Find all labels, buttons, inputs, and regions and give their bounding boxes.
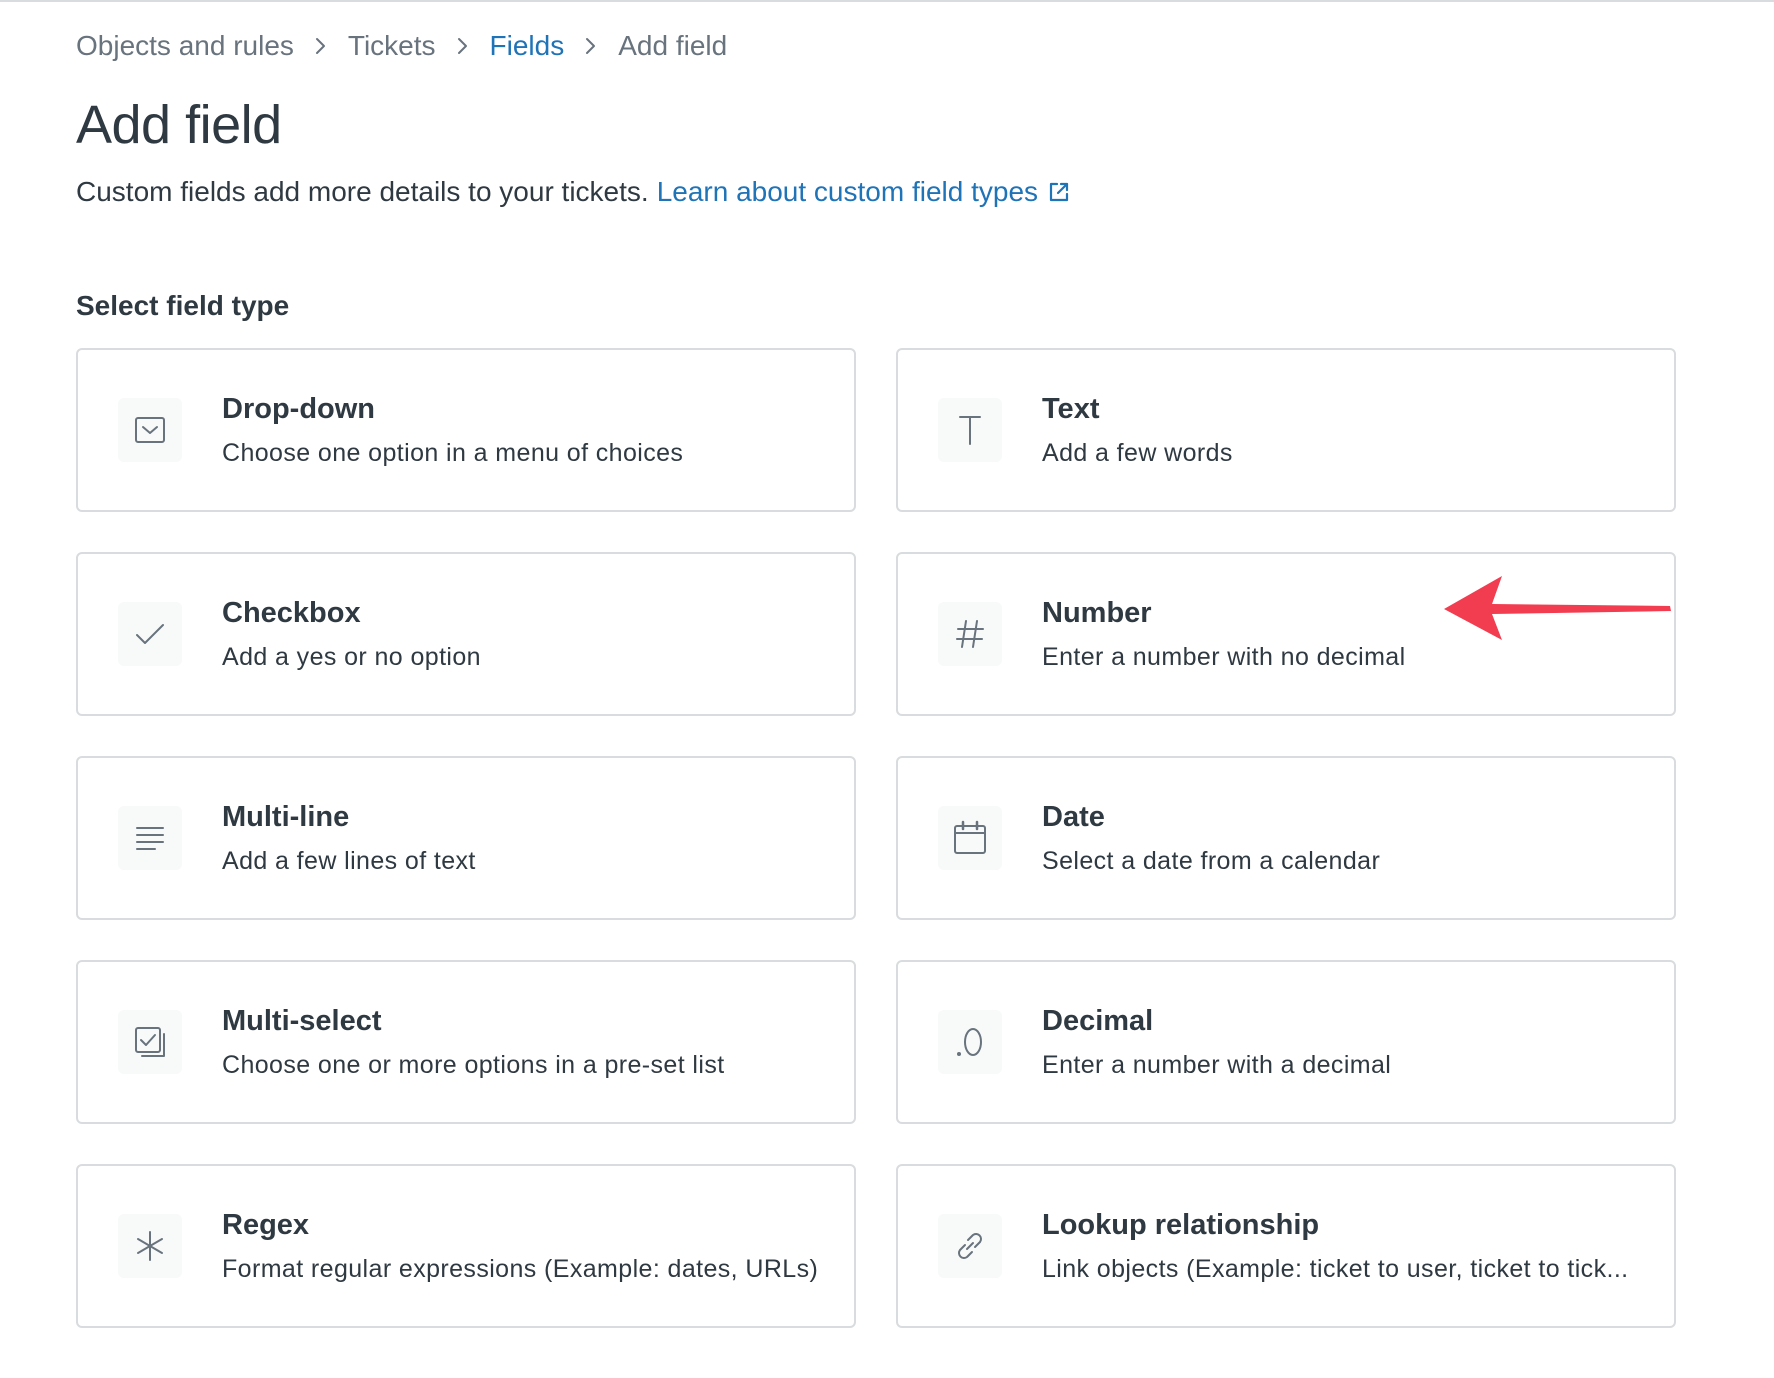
calendar-icon [938, 806, 1002, 870]
hash-icon [938, 602, 1002, 666]
field-type-title: Drop-down [222, 393, 376, 425]
decimal-icon [938, 1010, 1002, 1074]
lines-icon [118, 806, 182, 870]
asterisk-icon [118, 1214, 182, 1278]
field-type-title: Lookup relationship [1042, 1209, 1320, 1241]
dropdown-icon [118, 398, 182, 462]
learn-custom-field-types-link[interactable]: Learn about custom field types [657, 172, 1070, 212]
field-type-title: Decimal [1042, 1005, 1154, 1037]
field-type-desc: Add a few words [1042, 439, 1233, 467]
field-type-title: Number [1042, 597, 1152, 629]
field-type-title: Multi-select [222, 1005, 382, 1037]
page-subtitle: Custom fields add more details to your t… [76, 172, 1676, 212]
field-type-multi-select[interactable]: Multi-select Choose one or more options … [76, 960, 856, 1124]
annotation-arrow-icon [1444, 576, 1671, 640]
breadcrumb-fields[interactable]: Fields [490, 30, 565, 62]
subtitle-text: Custom fields add more details to your t… [76, 176, 649, 207]
field-type-desc: Choose one or more options in a pre-set … [222, 1051, 725, 1079]
top-border [0, 0, 1774, 2]
breadcrumb: Objects and rules Tickets Fields Add fie… [76, 24, 1676, 68]
field-type-desc: Link objects (Example: ticket to user, t… [1042, 1255, 1629, 1283]
field-type-date[interactable]: Date Select a date from a calendar [896, 756, 1676, 920]
field-type-desc: Choose one option in a menu of choices [222, 439, 684, 467]
field-type-decimal[interactable]: Decimal Enter a number with a decimal [896, 960, 1676, 1124]
field-type-title: Regex [222, 1209, 310, 1241]
field-type-multi-line[interactable]: Multi-line Add a few lines of text [76, 756, 856, 920]
field-type-title: Checkbox [222, 597, 361, 629]
link-icon [938, 1214, 1002, 1278]
field-type-checkbox[interactable]: Checkbox Add a yes or no option [76, 552, 856, 716]
add-field-page: Objects and rules Tickets Fields Add fie… [76, 24, 1676, 1328]
field-type-desc: Add a yes or no option [222, 643, 481, 671]
external-link-icon [1049, 182, 1069, 202]
breadcrumb-add-field: Add field [618, 30, 728, 61]
field-type-text[interactable]: Text Add a few words [896, 348, 1676, 512]
field-type-desc: Format regular expressions (Example: dat… [222, 1255, 819, 1283]
page-title: Add field [76, 95, 282, 155]
field-type-dropdown[interactable]: Drop-down Choose one option in a menu of… [76, 348, 856, 512]
breadcrumb-objects-and-rules[interactable]: Objects and rules [76, 30, 294, 62]
select-field-type-label: Select field type [76, 290, 290, 321]
text-icon [938, 398, 1002, 462]
checkmark-icon [118, 602, 182, 666]
field-type-desc: Enter a number with a decimal [1042, 1051, 1392, 1079]
field-type-title: Date [1042, 801, 1105, 833]
chevron-right-icon [454, 24, 472, 68]
multi-select-icon [118, 1010, 182, 1074]
field-type-desc: Enter a number with no decimal [1042, 643, 1406, 671]
learn-link-label: Learn about custom field types [656, 176, 1039, 207]
field-type-regex[interactable]: Regex Format regular expressions (Exampl… [76, 1164, 856, 1328]
field-type-title: Text [1042, 393, 1100, 425]
breadcrumb-tickets[interactable]: Tickets [348, 30, 436, 62]
field-type-desc: Add a few lines of text [222, 847, 476, 875]
field-type-desc: Select a date from a calendar [1042, 847, 1381, 875]
field-type-title: Multi-line [222, 801, 350, 833]
field-type-lookup-relationship[interactable]: Lookup relationship Link objects (Exampl… [896, 1164, 1676, 1328]
field-type-grid: Drop-down Choose one option in a menu of… [76, 348, 1676, 1328]
chevron-right-icon [312, 24, 330, 68]
chevron-right-icon [582, 24, 600, 68]
